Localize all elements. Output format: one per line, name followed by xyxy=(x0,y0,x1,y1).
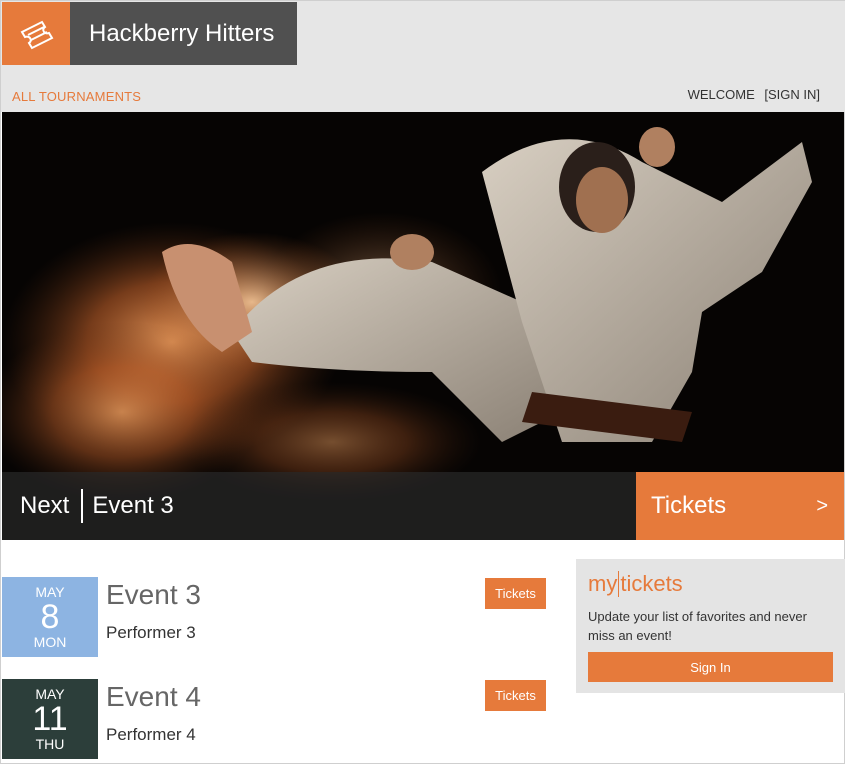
mytickets-logo: my tickets xyxy=(588,571,683,597)
event-row[interactable]: MAY 11 THU Event 4 Performer 4 Tickets xyxy=(2,679,562,759)
mytickets-logo-tickets: tickets xyxy=(620,571,683,596)
hero-divider xyxy=(81,489,84,523)
event-weekday: MON xyxy=(33,634,67,650)
mytickets-panel: my tickets Update your list of favorites… xyxy=(576,559,845,693)
event-weekday: THU xyxy=(35,736,65,752)
hero-caption: Next Event 3 xyxy=(2,472,636,540)
event-tickets-button[interactable]: Tickets xyxy=(485,578,546,609)
event-title[interactable]: Event 4 xyxy=(106,681,201,713)
event-row[interactable]: MAY 8 MON Event 3 Performer 3 Tickets xyxy=(2,577,562,657)
event-performer: Performer 3 xyxy=(106,623,196,642)
event-tickets-button[interactable]: Tickets xyxy=(485,680,546,711)
mytickets-logo-divider xyxy=(618,571,620,597)
hero-banner: Next Event 3 Tickets > xyxy=(2,112,844,540)
event-performer: Performer 4 xyxy=(106,725,196,744)
event-day: 11 xyxy=(32,700,68,738)
sign-in-link[interactable]: [SIGN IN] xyxy=(764,87,820,102)
hero-event-title[interactable]: Event 3 xyxy=(92,492,173,520)
welcome-text: WELCOME xyxy=(687,87,755,102)
ticket-icon xyxy=(20,20,54,49)
site-logo[interactable] xyxy=(2,2,70,65)
brand-name[interactable]: Hackberry Hitters xyxy=(70,2,297,65)
hero-tickets-label: Tickets xyxy=(651,492,727,519)
mytickets-description: Update your list of favorites and never … xyxy=(588,609,807,643)
mytickets-logo-my: my xyxy=(588,571,618,596)
event-date: MAY 8 MON xyxy=(2,577,98,657)
welcome-area: WELCOME [SIGN IN] xyxy=(688,87,820,102)
chevron-right-icon: > xyxy=(816,494,828,517)
event-day: 8 xyxy=(40,598,60,636)
hero-tickets-button[interactable]: Tickets > xyxy=(636,472,844,540)
hero-next-label: Next xyxy=(20,492,70,519)
event-title[interactable]: Event 3 xyxy=(106,579,201,611)
event-date: MAY 11 THU xyxy=(2,679,98,759)
sign-in-button[interactable]: Sign In xyxy=(588,652,833,682)
all-tournaments-link[interactable]: ALL TOURNAMENTS xyxy=(12,89,141,104)
